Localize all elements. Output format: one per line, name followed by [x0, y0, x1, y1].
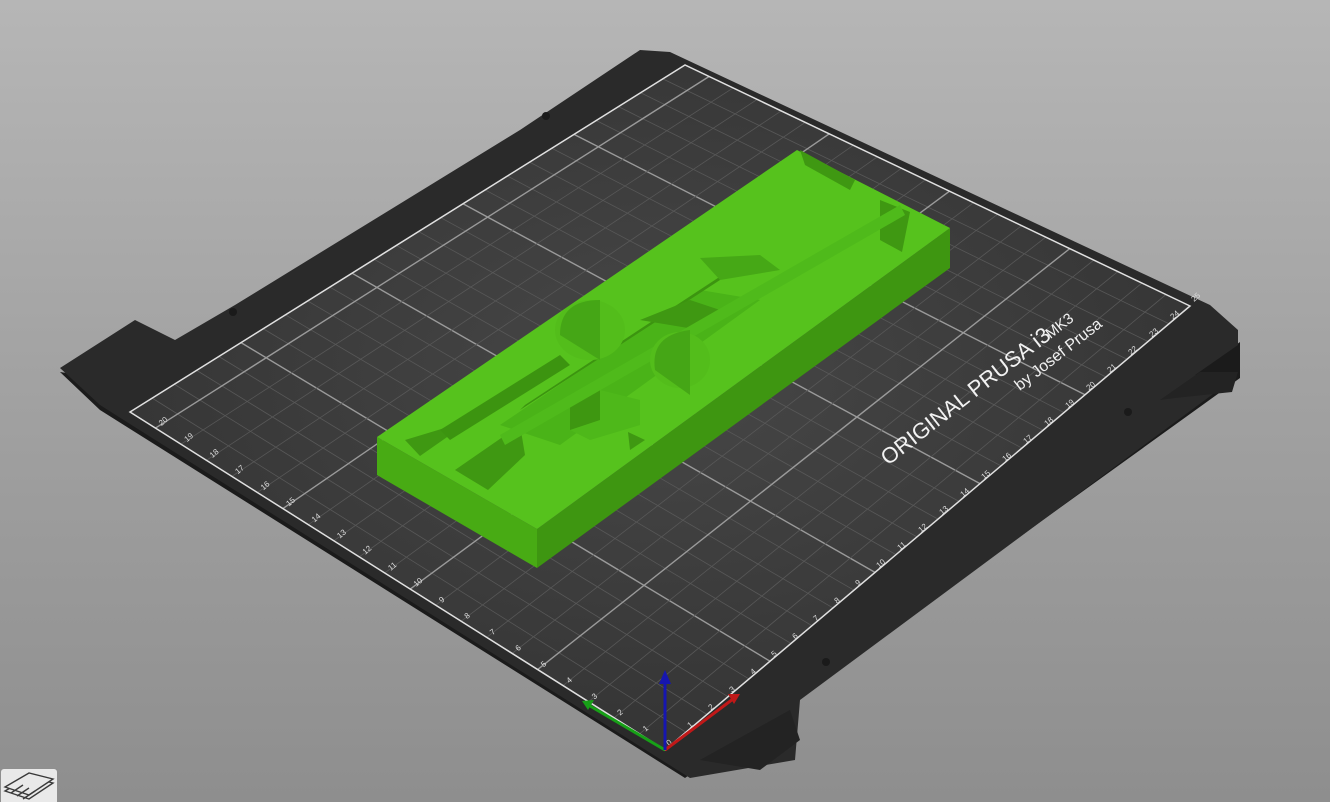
3d-viewport[interactable]: ORIGINAL PRUSA i3 MK3 by Josef Prusa 012… — [0, 0, 1330, 802]
print-bed-scene: ORIGINAL PRUSA i3 MK3 by Josef Prusa 012… — [60, 50, 1240, 778]
layers-button[interactable] — [0, 768, 58, 802]
